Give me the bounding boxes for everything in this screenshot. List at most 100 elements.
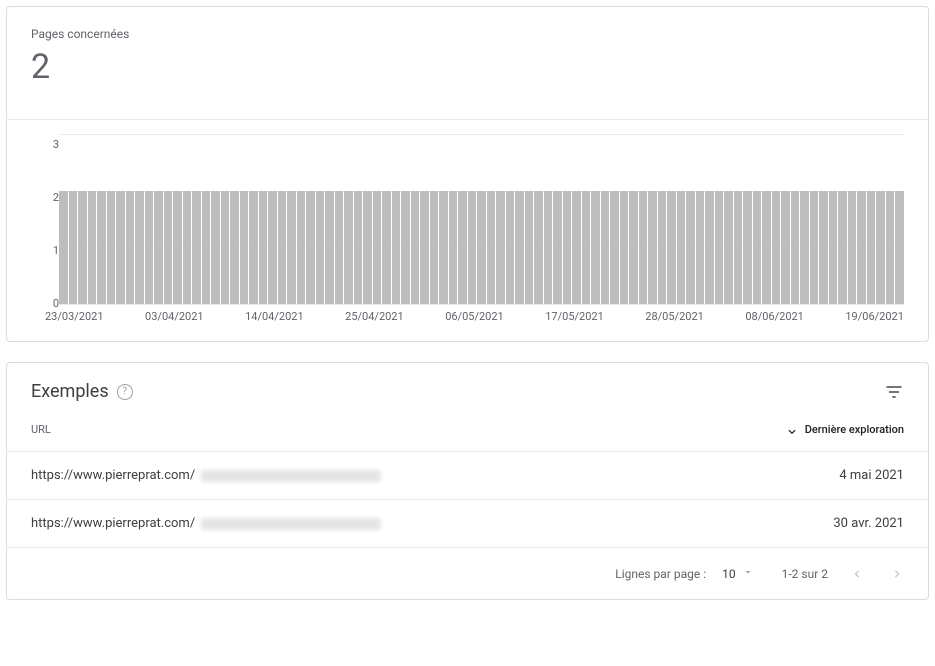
chart-bar	[306, 191, 315, 304]
x-tick: 03/04/2021	[145, 310, 204, 323]
summary-chart-card: Pages concernées 2 3210 23/03/202103/04/…	[6, 6, 929, 342]
url-prefix: https://www.pierreprat.com/	[31, 516, 195, 531]
chart-bar	[886, 191, 895, 304]
examples-card: Exemples ? URL Dernière exploration http…	[6, 362, 929, 600]
chart-bar	[59, 191, 68, 304]
chart-bar	[753, 191, 762, 304]
chart-bar	[848, 191, 857, 304]
chart-bar	[344, 191, 353, 304]
chart-bar	[316, 191, 325, 304]
chart-bar	[202, 191, 211, 304]
chart-bar	[734, 191, 743, 304]
chart-bar	[525, 191, 534, 304]
chart-bar	[895, 191, 904, 304]
chart-bar	[145, 191, 154, 304]
chart-bar	[78, 191, 87, 304]
chart-bar	[496, 191, 505, 304]
chart-bar	[363, 191, 372, 304]
chart-bar	[724, 191, 733, 304]
x-tick: 28/05/2021	[645, 310, 704, 323]
chart-bar	[154, 191, 163, 304]
chart-bar	[335, 191, 344, 304]
pagination-range: 1-2 sur 2	[782, 567, 828, 581]
chart-bar	[287, 191, 296, 304]
chart-bar	[829, 191, 838, 304]
chart-bar	[221, 191, 230, 304]
arrow-down-icon	[785, 423, 799, 437]
chart-bar	[553, 191, 562, 304]
y-tick: 3	[45, 139, 59, 150]
chart-bar	[354, 191, 363, 304]
chart-bar	[249, 191, 258, 304]
chart-bar	[420, 191, 429, 304]
chart-bar	[69, 191, 78, 304]
chart-bar	[563, 191, 572, 304]
url-prefix: https://www.pierreprat.com/	[31, 468, 195, 483]
examples-title-text: Exemples	[31, 381, 109, 402]
x-tick: 17/05/2021	[545, 310, 604, 323]
chart-bar	[401, 191, 410, 304]
chart-bar	[658, 191, 667, 304]
y-tick: 0	[45, 298, 59, 309]
chart-bar	[116, 191, 125, 304]
x-tick: 06/05/2021	[445, 310, 504, 323]
chart-bar	[582, 191, 591, 304]
column-last-crawl[interactable]: Dernière exploration	[744, 423, 904, 437]
chart-bar	[173, 191, 182, 304]
last-crawl-cell: 4 mai 2021	[744, 468, 904, 483]
column-last-crawl-label: Dernière exploration	[805, 423, 904, 436]
table-row[interactable]: https://www.pierreprat.com/4 mai 2021	[7, 452, 928, 500]
filter-icon[interactable]	[884, 382, 904, 402]
chart-bar	[591, 191, 600, 304]
url-redacted	[201, 518, 381, 530]
pagination-prev[interactable]	[850, 567, 864, 581]
chart-bar	[762, 191, 771, 304]
examples-table: URL Dernière exploration https://www.pie…	[7, 408, 928, 548]
chart-bar	[781, 191, 790, 304]
table-row[interactable]: https://www.pierreprat.com/30 avr. 2021	[7, 500, 928, 548]
chart-bar	[629, 191, 638, 304]
chart-bar	[791, 191, 800, 304]
chart-bar	[135, 191, 144, 304]
chart-bar	[810, 191, 819, 304]
chart-bar	[534, 191, 543, 304]
x-tick: 23/03/2021	[45, 310, 104, 323]
chart-bar	[382, 191, 391, 304]
chart-bar	[667, 191, 676, 304]
chart-bar	[705, 191, 714, 304]
pagination-next[interactable]	[890, 567, 904, 581]
chart-bars	[59, 134, 904, 304]
chart-bar	[325, 191, 334, 304]
y-tick: 2	[45, 192, 59, 203]
chart-bar	[458, 191, 467, 304]
chart-bar	[857, 191, 866, 304]
chart-bar	[439, 191, 448, 304]
chart-bar	[259, 191, 268, 304]
chart-bar	[211, 191, 220, 304]
help-icon[interactable]: ?	[117, 384, 133, 400]
chart-bar	[515, 191, 524, 304]
last-crawl-cell: 30 avr. 2021	[744, 516, 904, 531]
url-cell: https://www.pierreprat.com/	[31, 516, 744, 531]
chart-bar	[477, 191, 486, 304]
chart-bar	[800, 191, 809, 304]
chart-bar	[686, 191, 695, 304]
chart-bar	[506, 191, 515, 304]
chevron-down-icon	[742, 566, 754, 581]
chart-bar	[88, 191, 97, 304]
rows-per-page-select[interactable]: 10	[716, 562, 760, 585]
rows-per-page: Lignes par page : 10	[615, 562, 759, 585]
chart-bar	[468, 191, 477, 304]
x-tick: 14/04/2021	[245, 310, 304, 323]
chart-bar	[126, 191, 135, 304]
chart-bar	[772, 191, 781, 304]
chart-bar	[430, 191, 439, 304]
chart-bar	[572, 191, 581, 304]
metric-value: 2	[31, 47, 904, 87]
chart-bar	[97, 191, 106, 304]
column-url[interactable]: URL	[31, 423, 744, 436]
x-tick: 19/06/2021	[845, 310, 904, 323]
chart-area: 3210 23/03/202103/04/202114/04/202125/04…	[7, 120, 928, 341]
y-tick: 1	[45, 245, 59, 256]
chart-bar	[819, 191, 828, 304]
